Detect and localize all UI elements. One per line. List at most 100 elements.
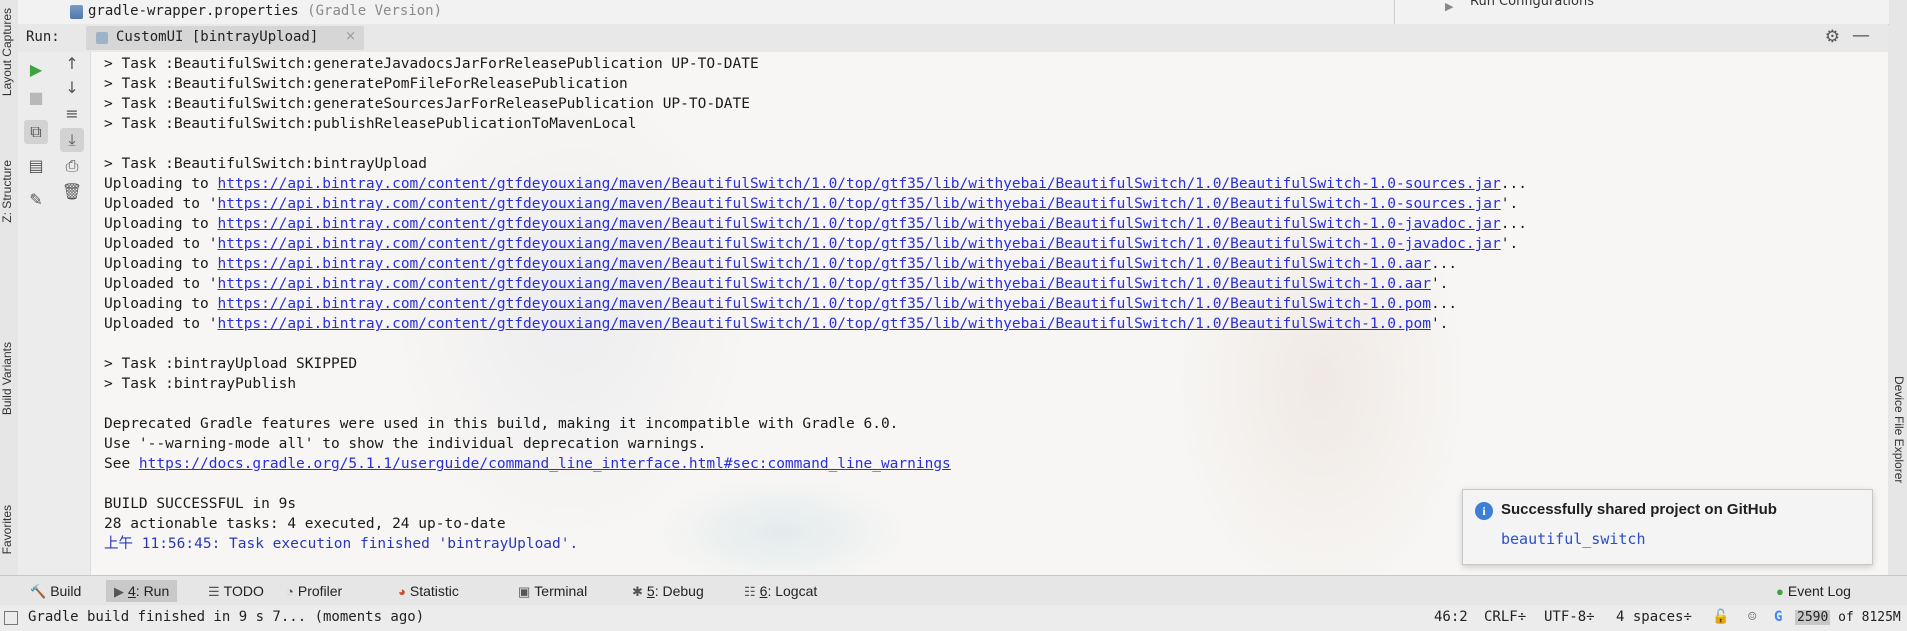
github-notification: i Successfully shared project on GitHub … — [1462, 489, 1873, 565]
minimize-icon[interactable]: — — [1852, 25, 1870, 46]
memory-used: 2590 — [1795, 610, 1831, 625]
favorites-tab[interactable]: Favorites — [0, 505, 18, 554]
layout-captures-tab[interactable]: Layout Captures — [0, 8, 18, 96]
restore-layout-icon[interactable]: ⧉ — [24, 120, 48, 144]
trash-icon[interactable]: 🗑 — [60, 180, 84, 204]
console-url-link[interactable]: https://api.bintray.com/content/gtfdeyou… — [218, 196, 1501, 212]
tab-logcat[interactable]: ☷ 6: Logcat — [736, 580, 825, 602]
console-line-prefix: Uploading to — [104, 256, 218, 272]
console-url-link[interactable]: https://api.bintray.com/content/gtfdeyou… — [218, 316, 1431, 332]
tab-debug[interactable]: ✱ 5: Debug — [624, 580, 712, 602]
console-url-link[interactable]: https://api.bintray.com/content/gtfdeyou… — [218, 176, 1501, 192]
console-line: Uploading to https://api.bintray.com/con… — [104, 174, 1888, 194]
console-line: Uploaded to 'https://api.bintray.com/con… — [104, 274, 1888, 294]
file-hint: (Gradle Version) — [307, 3, 443, 19]
console-line-prefix: Uploading to — [104, 216, 218, 232]
console-line: Uploaded to 'https://api.bintray.com/con… — [104, 234, 1888, 254]
console-line-suffix: '. — [1500, 236, 1519, 252]
tab-debug-label: : Debug — [654, 583, 704, 599]
repo-link[interactable]: beautiful_switch — [1501, 530, 1646, 548]
inspector-icon[interactable]: ☺ — [1748, 609, 1756, 625]
status-toggle-icon[interactable] — [4, 611, 18, 625]
console-url-link[interactable]: https://api.bintray.com/content/gtfdeyou… — [218, 296, 1431, 312]
tab-profiler[interactable]: ◔ Profiler — [278, 580, 350, 602]
console-line: > Task :BeautifulSwitch:generateJavadocs… — [104, 56, 759, 72]
console-url-link[interactable]: https://api.bintray.com/content/gtfdeyou… — [218, 276, 1431, 292]
device-file-explorer-tab[interactable]: Device File Explorer — [1892, 376, 1906, 483]
console-line-suffix: '. — [1500, 196, 1519, 212]
tab-todo[interactable]: ☰ TODO — [200, 580, 272, 602]
close-icon[interactable]: × — [345, 29, 356, 44]
line-separator[interactable]: CRLF÷ — [1484, 609, 1526, 625]
stop-icon[interactable]: ■ — [24, 86, 48, 110]
logcat-icon: ☷ — [744, 584, 756, 599]
layout-icon[interactable]: ▤ — [24, 154, 48, 178]
scroll-to-end-icon[interactable]: ⤓ — [60, 128, 84, 152]
right-tool-strip: Device File Explorer — [1887, 0, 1907, 590]
tab-debug-number: 5 — [646, 583, 655, 599]
run-configurations-item[interactable]: Run Configurations — [1470, 0, 1594, 9]
console-line-prefix: Uploaded to ' — [104, 316, 218, 332]
terminal-icon: ▣ — [518, 584, 531, 599]
memory-total: of 8125M — [1830, 610, 1901, 625]
build-variants-tab[interactable]: Build Variants — [0, 342, 18, 415]
indent-setting[interactable]: 4 spaces÷ — [1616, 609, 1692, 625]
console-url-link[interactable]: https://docs.gradle.org/5.1.1/userguide/… — [139, 456, 951, 472]
gear-icon[interactable]: ⚙ — [1825, 27, 1840, 47]
rerun-icon[interactable]: ▶ — [24, 58, 48, 82]
bug-icon: ✱ — [632, 584, 643, 599]
tab-statistic[interactable]: ◕ Statistic — [390, 580, 467, 602]
console-line-suffix: ... — [1500, 176, 1527, 192]
caret-position[interactable]: 46:2 — [1434, 609, 1468, 625]
console-line: Uploaded to 'https://api.bintray.com/con… — [104, 194, 1888, 214]
console-url-link[interactable]: https://api.bintray.com/content/gtfdeyou… — [218, 256, 1431, 272]
tab-build-label: Build — [50, 583, 82, 599]
console-line: Uploading to https://api.bintray.com/con… — [104, 294, 1888, 314]
console-lines: > Task :BeautifulSwitch:generateJavadocs… — [104, 54, 1888, 554]
file-name: gradle-wrapper.properties — [88, 3, 299, 19]
tab-run-number: 4 — [128, 583, 136, 599]
lock-icon[interactable]: 🔓 — [1712, 609, 1729, 625]
side-panel-header: ▶ Run Configurations — [1394, 0, 1889, 25]
console-line-suffix: '. — [1430, 276, 1449, 292]
tab-terminal[interactable]: ▣ Terminal — [510, 580, 595, 602]
hammer-icon: 🔨 — [30, 584, 47, 599]
gradle-icon — [96, 32, 108, 44]
google-icon[interactable]: G — [1774, 609, 1782, 625]
list-icon: ☰ — [208, 584, 220, 599]
tab-run[interactable]: ▶ 4: Run — [106, 580, 178, 602]
console-line-prefix: Uploading to — [104, 176, 218, 192]
console-line-suffix: ... — [1430, 296, 1458, 312]
console-line: > Task :BeautifulSwitch:generateSourcesJ… — [104, 96, 751, 112]
arrow-down-icon[interactable]: ↓ — [60, 76, 84, 100]
arrow-up-icon[interactable]: ↑ — [60, 52, 84, 76]
status-message[interactable]: Gradle build finished in 9 s 7... (momen… — [28, 609, 424, 625]
console-line-prefix: See — [104, 456, 139, 472]
tab-event-log[interactable]: ● Event Log — [1768, 580, 1859, 602]
tab-event-log-label: Event Log — [1787, 583, 1851, 599]
tab-profiler-label: Profiler — [297, 583, 343, 599]
memory-indicator[interactable]: 2590 of 8125M — [1795, 608, 1901, 628]
run-config-tab[interactable]: CustomUI [bintrayUpload] × — [86, 26, 364, 50]
project-file-item[interactable]: gradle-wrapper.properties (Gradle Versio… — [88, 3, 442, 19]
file-encoding[interactable]: UTF-8÷ — [1544, 609, 1595, 625]
console-line-suffix: '. — [1430, 316, 1449, 332]
soft-wrap-icon[interactable]: ≡ — [60, 102, 84, 126]
pin-icon[interactable]: ✎ — [24, 188, 48, 212]
play-icon: ▶ — [114, 584, 124, 599]
console-line: Uploading to https://api.bintray.com/con… — [104, 214, 1888, 234]
tab-build[interactable]: 🔨 Build — [22, 580, 89, 602]
console-url-link[interactable]: https://api.bintray.com/content/gtfdeyou… — [218, 236, 1501, 252]
console-line-prefix: Uploaded to ' — [104, 236, 218, 252]
console-url-link[interactable]: https://api.bintray.com/content/gtfdeyou… — [218, 216, 1501, 232]
expand-arrow-icon[interactable]: ▶ — [1445, 0, 1453, 13]
print-icon[interactable]: ⎙ — [60, 154, 84, 178]
structure-tab[interactable]: Z: Structure — [0, 160, 18, 223]
run-toolbar-secondary: ↑ ↓ ≡ ⤓ ⎙ 🗑 — [54, 52, 91, 590]
tool-window-bar: 🔨 Build ▶ 4: Run ☰ TODO ◔ Profiler ◕ Statisti… — [0, 575, 1907, 607]
tab-terminal-label: Terminal — [534, 583, 588, 599]
console-line: See https://docs.gradle.org/5.1.1/usergu… — [104, 454, 1888, 474]
console-line: Deprecated Gradle features were used in … — [104, 416, 899, 432]
